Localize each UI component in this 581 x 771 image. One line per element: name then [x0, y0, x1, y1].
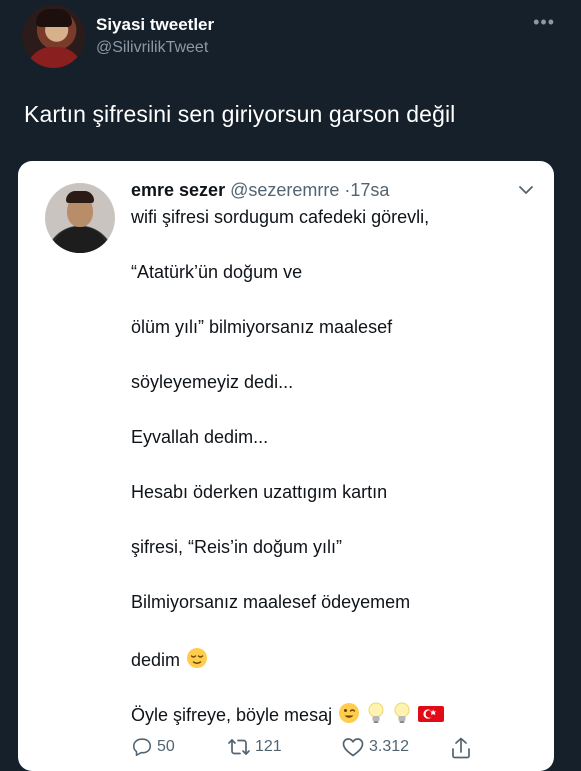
author-display-name[interactable]: Siyasi tweetler: [96, 15, 214, 35]
chevron-down-icon[interactable]: [518, 185, 534, 195]
retweet-count: 121: [255, 738, 282, 755]
quoted-tweet-card[interactable]: emre sezer @sezeremrre ·17sa wifi şifres…: [18, 161, 554, 771]
tweet-line: söyleyemeyiz dedi...: [131, 372, 294, 392]
tweet-line-text: Öyle şifreye, böyle mesaj: [131, 705, 333, 725]
quoted-tweet-header: emre sezer @sezeremrre ·17sa: [131, 180, 389, 201]
tweet-line-text: dedim: [131, 650, 181, 670]
avatar-body: [53, 227, 107, 253]
tweet-actions: 50 121 3.312: [131, 736, 551, 760]
author-handle[interactable]: @SilivrilikTweet: [96, 39, 208, 57]
tweet-line: Eyvallah dedim...: [131, 427, 269, 447]
retweet-icon: [228, 739, 250, 755]
like-button[interactable]: 3.312: [341, 736, 409, 758]
reply-icon: [132, 738, 152, 757]
avatar-cap: [36, 9, 72, 27]
tweet-line-with-emoji: dedim: [131, 647, 208, 671]
tweet-line: şifresi, “Reis’in doğum yılı”: [131, 537, 343, 557]
light-bulb-emoji: [394, 702, 410, 723]
more-horizontal-icon[interactable]: •••: [533, 13, 555, 31]
winking-face-emoji: [339, 703, 360, 723]
tweet-line: wifi şifresi sordugum cafedeki görevli,: [131, 207, 430, 227]
quoted-handle[interactable]: @sezeremrre: [230, 180, 339, 200]
share-button[interactable]: [450, 736, 476, 760]
relieved-face-emoji: [187, 648, 208, 668]
tweet-line: Hesabı öderken uzattıgım kartın: [131, 482, 388, 502]
turkey-flag-emoji: [418, 706, 445, 722]
avatar[interactable]: [22, 5, 85, 68]
reply-count: 50: [157, 738, 175, 755]
light-bulb-emoji: [368, 702, 384, 723]
tweet-line-with-emoji: Öyle şifreye, böyle mesaj: [131, 702, 445, 726]
tweet-text: Kartın şifresini sen giriyorsun garson d…: [24, 101, 456, 127]
tweet-line: “Atatürk’ün doğum ve: [131, 262, 303, 282]
avatar-hair: [66, 191, 94, 203]
tweet-line: Bilmiyorsanız maalesef ödeyemem: [131, 592, 411, 612]
tweet-line: ölüm yılı” bilmiyorsanız maalesef: [131, 317, 393, 337]
retweet-button[interactable]: 121: [227, 736, 282, 758]
share-icon: [452, 737, 470, 759]
like-count: 3.312: [369, 738, 410, 755]
reply-button[interactable]: 50: [131, 736, 175, 758]
quoted-display-name[interactable]: emre sezer: [131, 180, 225, 200]
quoted-avatar[interactable]: [45, 183, 115, 253]
avatar-robe: [27, 47, 82, 68]
timestamp[interactable]: 17sa: [350, 180, 389, 200]
heart-icon: [342, 738, 364, 757]
